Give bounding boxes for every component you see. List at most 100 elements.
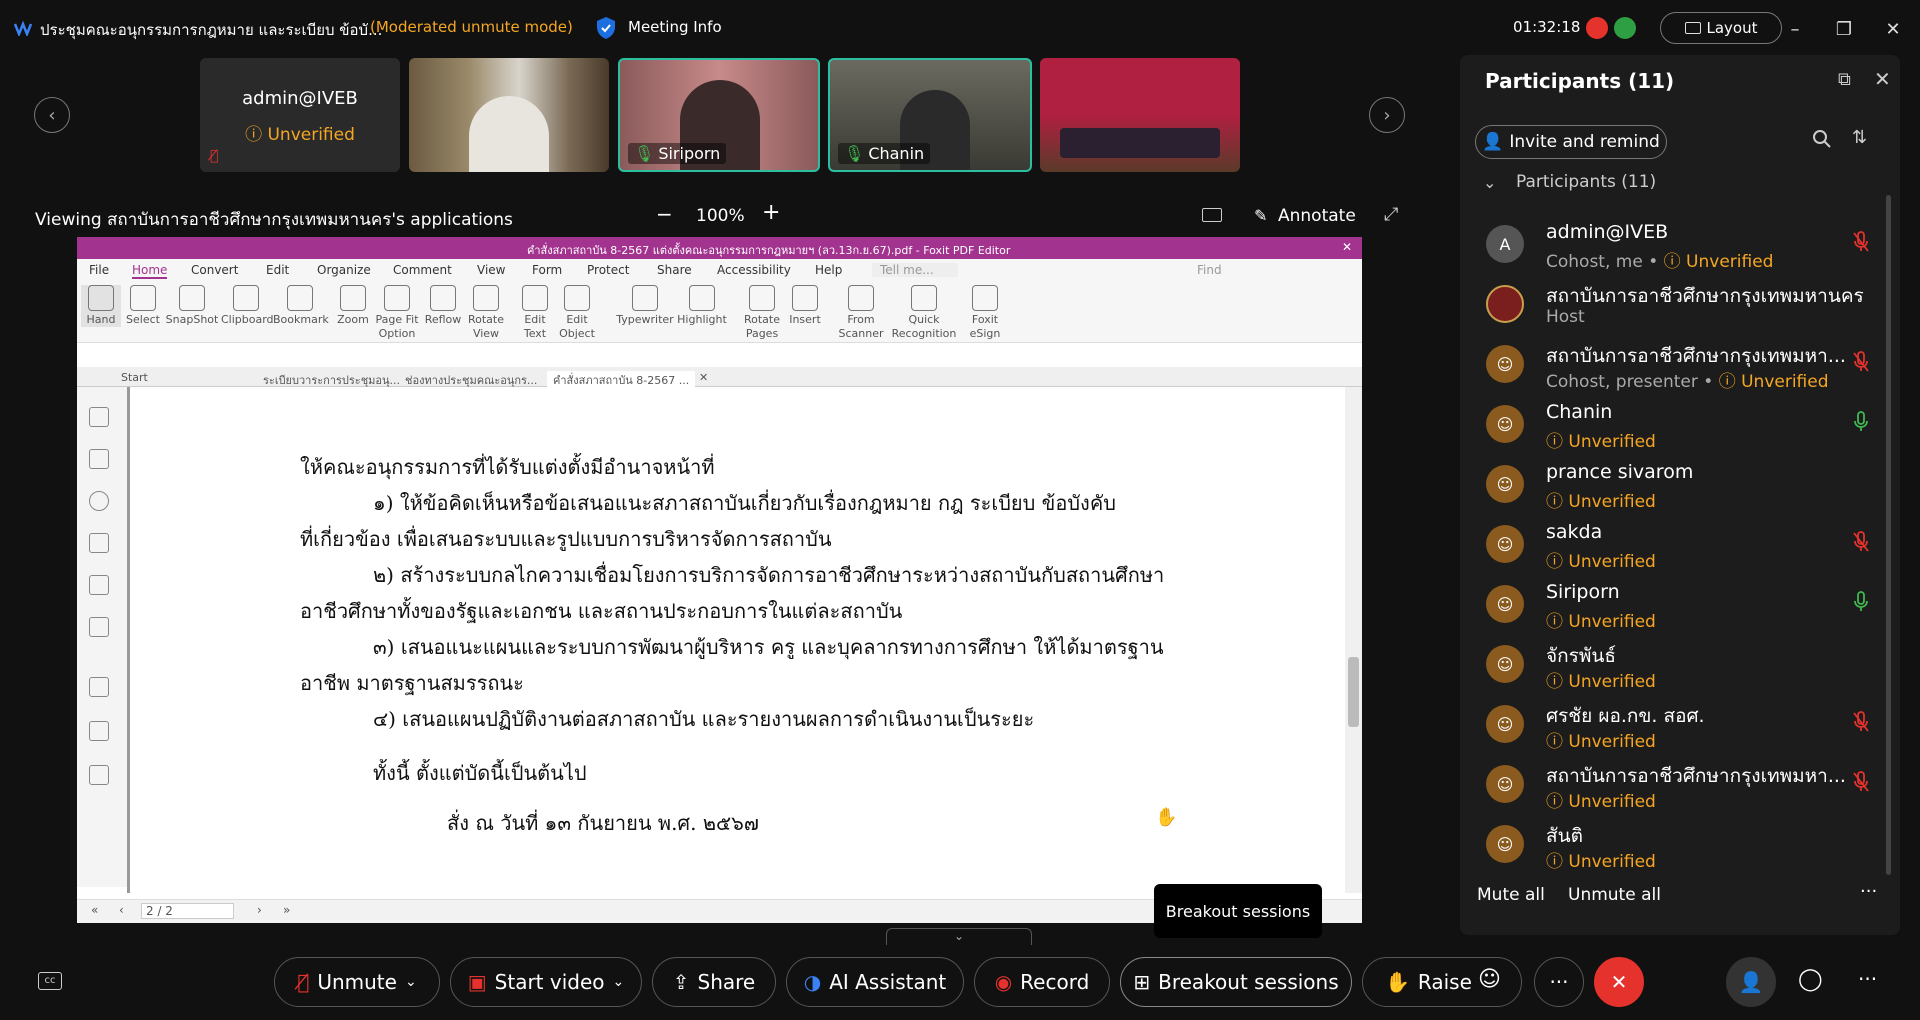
share-button[interactable]: ⇪ Share bbox=[652, 957, 776, 1007]
panel-scrollbar[interactable] bbox=[1886, 195, 1891, 875]
mic-muted-icon[interactable] bbox=[1852, 771, 1870, 793]
ribbon-edit-object[interactable]: Edit Object bbox=[555, 285, 599, 341]
overflow-icon[interactable]: ··· bbox=[1858, 967, 1877, 991]
video-thumbnail-4[interactable] bbox=[1040, 58, 1240, 172]
participant-row[interactable]: ☺ สถาบันการอาชีวศึกษากรุงเทพมหา... Cohost,… bbox=[1470, 333, 1890, 392]
meeting-info-button[interactable]: Meeting Info bbox=[628, 18, 722, 36]
participant-row[interactable]: ☺ sakda ⓘ Unverified bbox=[1470, 513, 1890, 572]
page-indicator[interactable]: 2 / 2 bbox=[141, 903, 234, 919]
zoom-in-button[interactable]: + bbox=[762, 200, 780, 225]
comments-panel-icon[interactable] bbox=[89, 491, 109, 511]
participants-section-label[interactable]: Participants (11) bbox=[1516, 172, 1656, 192]
sort-icon[interactable]: ⇅ bbox=[1852, 127, 1867, 148]
last-page-button[interactable]: » bbox=[283, 903, 290, 917]
popout-icon[interactable]: ⧉ bbox=[1838, 69, 1851, 90]
ribbon-clipboard[interactable]: Clipboard bbox=[221, 285, 274, 327]
prev-page-button[interactable]: ‹ bbox=[119, 903, 124, 917]
unmute-button[interactable]: 🎙̸ Unmute ⌄ bbox=[274, 957, 440, 1007]
chat-icon[interactable]: ◯ bbox=[1798, 967, 1823, 992]
menu-form[interactable]: Form bbox=[532, 263, 562, 277]
participant-row[interactable]: ☺ Chanin ⓘ Unverified bbox=[1470, 393, 1890, 452]
ribbon-from-scanner[interactable]: From Scanner bbox=[835, 285, 887, 341]
participant-row[interactable]: ☺ prance sivarom ⓘ Unverified bbox=[1470, 453, 1890, 512]
menu-help[interactable]: Help bbox=[815, 263, 842, 277]
pdf-find-input[interactable]: Find bbox=[1197, 263, 1222, 277]
end-meeting-button[interactable]: ✕ bbox=[1594, 957, 1644, 1007]
menu-edit[interactable]: Edit bbox=[266, 263, 289, 277]
collapse-handle[interactable]: ⌄ bbox=[886, 928, 1032, 945]
tell-me-search[interactable]: Tell me... bbox=[872, 263, 958, 277]
menu-file[interactable]: File bbox=[89, 263, 109, 277]
ribbon-reflow[interactable]: Reflow bbox=[423, 285, 463, 327]
record-button[interactable]: ◉ Record bbox=[974, 957, 1110, 1007]
ribbon-insert[interactable]: Insert bbox=[785, 285, 825, 327]
pages-panel-icon[interactable] bbox=[89, 449, 109, 469]
ribbon-hand[interactable]: Hand bbox=[81, 285, 121, 327]
bookmark-panel-icon[interactable] bbox=[89, 407, 109, 427]
mic-muted-icon[interactable] bbox=[1852, 351, 1870, 373]
doc-tab-close-icon[interactable]: ✕ bbox=[699, 371, 708, 384]
doc-tab-start[interactable]: Start bbox=[121, 371, 148, 384]
next-videos-button[interactable]: › bbox=[1369, 97, 1405, 133]
ribbon-quick-recognition[interactable]: Quick Recognition bbox=[889, 285, 959, 341]
menu-accessibility[interactable]: Accessibility bbox=[717, 263, 791, 277]
fullscreen-icon[interactable]: ⤢ bbox=[1384, 204, 1398, 225]
ribbon-select[interactable]: Select bbox=[123, 285, 163, 327]
mic-muted-icon[interactable] bbox=[1852, 711, 1870, 733]
ribbon-rotate-pages[interactable]: Rotate Pages bbox=[741, 285, 783, 341]
pdf-close-icon[interactable]: ✕ bbox=[1342, 240, 1352, 254]
security-panel-icon[interactable] bbox=[89, 617, 109, 637]
menu-organize[interactable]: Organize bbox=[317, 263, 371, 277]
first-page-button[interactable]: « bbox=[91, 903, 98, 917]
screen-icon[interactable] bbox=[1202, 208, 1222, 222]
ribbon-typewriter[interactable]: Typewriter bbox=[615, 285, 675, 327]
mic-on-icon[interactable] bbox=[1852, 411, 1870, 433]
close-window-button[interactable]: ✕ bbox=[1878, 14, 1908, 44]
next-page-button[interactable]: › bbox=[257, 903, 262, 917]
ribbon-highlight[interactable]: Highlight bbox=[677, 285, 727, 327]
layout-button[interactable]: Layout bbox=[1660, 12, 1782, 44]
unmute-all-button[interactable]: Unmute all bbox=[1568, 885, 1661, 905]
shield-icon[interactable] bbox=[596, 16, 616, 40]
ribbon-page-fit[interactable]: Page Fit Option bbox=[373, 285, 421, 341]
mic-on-icon[interactable] bbox=[1852, 591, 1870, 613]
mic-muted-icon[interactable] bbox=[1852, 531, 1870, 553]
menu-comment[interactable]: Comment bbox=[393, 263, 452, 277]
participant-row[interactable]: ☺ สถาบันการอาชีวศึกษากรุงเทพมหา... ⓘ Unver… bbox=[1470, 753, 1890, 812]
annotate-button[interactable]: Annotate bbox=[1278, 206, 1356, 226]
video-thumbnail-chanin[interactable]: 🎙 Chanin bbox=[828, 58, 1032, 172]
mute-all-button[interactable]: Mute all bbox=[1477, 885, 1545, 905]
ribbon-edit-text[interactable]: Edit Text bbox=[517, 285, 553, 341]
menu-convert[interactable]: Convert bbox=[191, 263, 238, 277]
ribbon-foxit-esign[interactable]: Foxit eSign bbox=[965, 285, 1005, 341]
video-thumbnail-admin[interactable]: admin@IVEB ⓘ Unverified 🎙̸ bbox=[200, 58, 400, 172]
video-thumbnail-siriporn[interactable]: 🎙 Siriporn bbox=[618, 58, 820, 172]
zoom-out-button[interactable]: − bbox=[656, 202, 673, 226]
menu-share[interactable]: Share bbox=[657, 263, 692, 277]
more-options-icon[interactable]: ··· bbox=[1860, 881, 1877, 902]
more-button[interactable]: ··· bbox=[1534, 957, 1584, 1007]
shared-pdf-editor[interactable]: คำสั่งสภาสถาบัน 8-2567 แต่งตั้งคณะอนุกรร… bbox=[77, 237, 1362, 923]
reactions-icon[interactable]: ☺ bbox=[1478, 967, 1501, 992]
start-video-button[interactable]: ▣ Start video ⌄ bbox=[450, 957, 642, 1007]
video-thumbnail-1[interactable] bbox=[409, 58, 609, 172]
ribbon-bookmark[interactable]: Bookmark bbox=[273, 285, 329, 327]
search-icon[interactable] bbox=[1812, 129, 1832, 149]
menu-home[interactable]: Home bbox=[132, 263, 168, 279]
ribbon-rotate-view[interactable]: Rotate View bbox=[465, 285, 507, 341]
prev-videos-button[interactable]: ‹ bbox=[34, 97, 70, 133]
participant-row[interactable]: Aadmin@IVEB Cohost, me • ⓘ Unverified bbox=[1470, 213, 1890, 272]
menu-protect[interactable]: Protect bbox=[587, 263, 629, 277]
ribbon-snapshot[interactable]: SnapShot bbox=[165, 285, 219, 327]
signature-panel-icon[interactable] bbox=[89, 721, 109, 741]
layers-panel-icon[interactable] bbox=[89, 533, 109, 553]
pdf-scroll-thumb[interactable] bbox=[1348, 657, 1359, 727]
breakout-sessions-button[interactable]: ⊞ Breakout sessions bbox=[1120, 957, 1352, 1007]
pdf-vertical-scrollbar[interactable] bbox=[1345, 387, 1362, 893]
chevron-down-icon[interactable]: ⌄ bbox=[1483, 173, 1496, 192]
participant-row[interactable]: ☺ ศรชัย ผอ.กข. สอศ. ⓘ Unverified bbox=[1470, 693, 1890, 752]
participant-row[interactable]: ☺ จักรพันธ์ ⓘ Unverified bbox=[1470, 633, 1890, 692]
participant-row[interactable]: ☺ สันติ ⓘ Unverified bbox=[1470, 813, 1890, 872]
minimize-button[interactable]: – bbox=[1780, 14, 1810, 44]
participant-row[interactable]: สถาบันการอาชีวศึกษากรุงเทพมหานคร Host bbox=[1470, 273, 1890, 331]
